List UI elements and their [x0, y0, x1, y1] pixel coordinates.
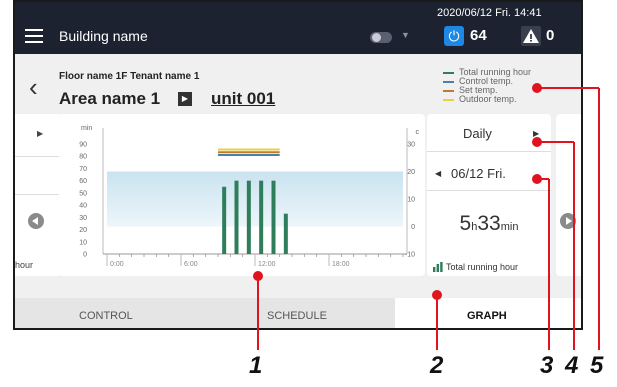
callout-number: 3 [540, 352, 554, 379]
y-left-tick: 10 [79, 239, 87, 246]
tab-control[interactable]: CONTROL [79, 310, 133, 322]
y-left-tick: 30 [79, 215, 87, 222]
callout-number: 1 [249, 352, 263, 379]
bar [222, 186, 227, 254]
callout-number: 4 [565, 352, 579, 379]
x-tick-label: 6:00 [184, 261, 198, 268]
running-time-value: 5h33min [433, 212, 545, 236]
play-right-icon[interactable]: ▶ [178, 92, 192, 106]
callout-number: 5 [590, 352, 604, 379]
bar [246, 180, 251, 254]
unit-link[interactable]: unit 001 [211, 89, 275, 109]
minutes-unit: min [500, 221, 519, 233]
scroll-right-icon[interactable] [560, 213, 576, 229]
side-hour-label: hour [15, 260, 34, 270]
callout-number: 2 [430, 352, 444, 379]
y-left-tick: 80 [79, 154, 87, 161]
legend-item: Outdoor temp. [443, 95, 531, 104]
summary-label: Total running hour [446, 262, 519, 272]
period-next-icon[interactable]: ▶ [533, 129, 539, 138]
x-tick-label: 0:00 [110, 261, 124, 268]
legend-swatch [443, 99, 454, 101]
y-right-tick: 20 [407, 169, 415, 176]
right-arrow-icon: ▶ [37, 129, 44, 138]
divider [15, 194, 62, 195]
previous-card-panel[interactable]: ▶ hour [15, 114, 62, 276]
bottom-tab-bar: CONTROL SCHEDULE GRAPH [15, 298, 581, 328]
y-left-tick: 70 [79, 166, 87, 173]
y-left-tick: 90 [79, 142, 87, 149]
y-right-tick: 10 [407, 197, 415, 204]
y-left-tick: 50 [79, 190, 87, 197]
divider [15, 156, 62, 157]
comfort-band [107, 171, 403, 227]
divider [427, 190, 551, 191]
bar-chart-icon [433, 262, 443, 272]
date-label[interactable]: 06/12 Fri. [451, 166, 506, 181]
scroll-left-icon[interactable] [28, 213, 44, 229]
y-left-tick: 40 [79, 203, 87, 210]
datetime: 2020/06/12 Fri. 14:41 [437, 7, 542, 19]
dropdown-caret-icon[interactable]: ▼ [401, 30, 410, 40]
y-left-tick: 20 [79, 227, 87, 234]
hours-value: 5 [459, 212, 472, 235]
x-tick-label: 12:00 [258, 261, 276, 268]
y-right-unit: c [416, 129, 420, 136]
warning-icon[interactable] [521, 26, 541, 46]
building-name[interactable]: Building name [59, 28, 148, 44]
x-tick-label: 18:00 [332, 261, 350, 268]
y-right-tick: 30 [407, 142, 415, 149]
bar [271, 180, 276, 254]
power-icon[interactable]: ⏻ [444, 26, 464, 46]
back-chevron-icon[interactable]: ‹ [29, 72, 38, 103]
date-prev-icon[interactable]: ◀ [435, 169, 441, 178]
y-left-unit: min [81, 125, 92, 132]
legend-swatch [443, 72, 454, 74]
toggle-switch[interactable] [370, 32, 392, 43]
period-label[interactable]: Daily [463, 126, 492, 141]
area-name: Area name 1 [59, 89, 161, 108]
top-bar: Building name ▼ 2020/06/12 Fri. 14:41 ⏻ … [15, 2, 581, 54]
device-screen: Building name ▼ 2020/06/12 Fri. 14:41 ⏻ … [13, 0, 583, 330]
bar [259, 180, 264, 254]
bar [234, 180, 239, 254]
next-card-panel[interactable] [556, 114, 581, 276]
minutes-value: 33 [477, 212, 501, 235]
running-hour-chart: min 0 10 20 30 40 50 60 70 80 90 c -10 0 10 20 30 0:00 6:0… [79, 125, 420, 268]
y-right-tick: 0 [411, 224, 415, 231]
divider [427, 151, 551, 152]
summary-card: Daily ▶ ◀ 06/12 Fri. 5h33min Total runni… [427, 114, 551, 276]
y-left-tick: 0 [83, 252, 87, 259]
warning-count: 0 [546, 27, 555, 44]
bar [283, 213, 288, 254]
power-count: 64 [470, 27, 487, 44]
legend-swatch [443, 90, 454, 92]
legend-swatch [443, 81, 454, 83]
tab-graph[interactable]: GRAPH [467, 310, 507, 322]
chart-card: min 0 10 20 30 40 50 60 70 80 90 c -10 0 10 20 30 0:00 6:0… [59, 114, 425, 276]
y-right-tick: -10 [405, 252, 415, 259]
chart-legend: Total running hour Control temp. Set tem… [443, 68, 531, 104]
tab-schedule[interactable]: SCHEDULE [267, 310, 327, 322]
legend-label: Outdoor temp. [459, 94, 517, 104]
floor-tenant-label: Floor name 1F Tenant name 1 [59, 71, 200, 82]
y-left-tick: 60 [79, 178, 87, 185]
menu-icon[interactable] [25, 29, 43, 43]
